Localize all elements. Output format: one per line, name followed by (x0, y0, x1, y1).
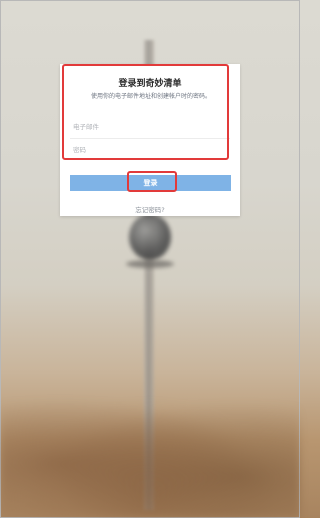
login-card: 登录到奇妙清单 使用你的电子邮件地址和创建帐户时的密码。 (60, 64, 240, 216)
forgot-password-link[interactable]: 忘记密码? (110, 204, 190, 214)
email-field[interactable] (70, 118, 230, 136)
tower-ring (126, 260, 174, 268)
city-skyline (0, 380, 300, 518)
field-divider (70, 138, 230, 139)
login-button[interactable]: 登录 (70, 175, 231, 191)
login-title: 登录到奇妙清单 (118, 79, 182, 89)
password-field[interactable] (70, 141, 230, 159)
tower-sphere (129, 214, 171, 260)
login-subtitle: 使用你的电子邮件地址和创建帐户时的密码。 (90, 93, 211, 100)
